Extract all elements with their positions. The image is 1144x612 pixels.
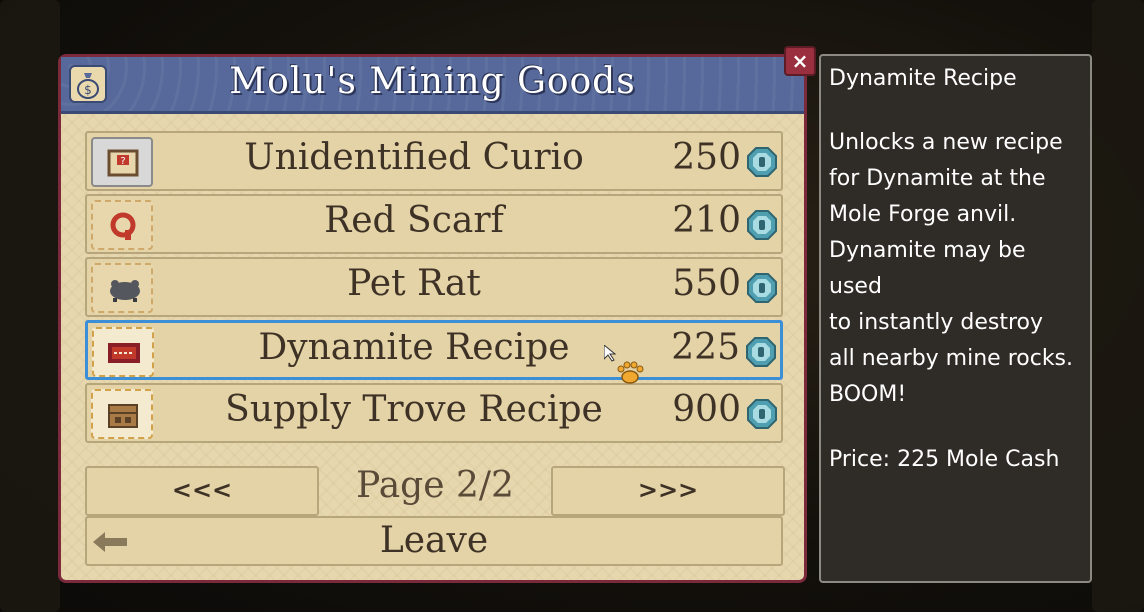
item-price: 900: [672, 389, 741, 430]
item-name: Dynamite Recipe: [258, 327, 570, 368]
next-page-button[interactable]: >>>: [551, 466, 785, 516]
item-info-panel: Dynamite Recipe Unlocks a new recipe for…: [819, 54, 1092, 583]
item-name: Supply Trove Recipe: [225, 389, 603, 430]
dynamite-recipe-icon: [92, 327, 154, 377]
pet-rat-icon: [91, 263, 153, 313]
shop-item-row[interactable]: Red Scarf 210: [85, 194, 783, 254]
shop-header: $ Molu's Mining Goods: [61, 57, 804, 114]
supply-trove-recipe-icon: [91, 389, 153, 439]
item-price: 550: [672, 263, 741, 304]
item-name: Pet Rat: [347, 263, 481, 304]
shop-item-row[interactable]: Supply Trove Recipe 900: [85, 383, 783, 443]
mole-cash-coin-icon: [746, 337, 776, 367]
svg-text:?: ?: [120, 156, 125, 167]
prev-page-button[interactable]: <<<: [85, 466, 319, 516]
info-title: Dynamite Recipe: [829, 66, 1017, 91]
item-price: 225: [671, 327, 740, 368]
item-price: 250: [672, 137, 741, 178]
background-pillar: [0, 0, 60, 612]
shop-item-row[interactable]: Pet Rat 550: [85, 257, 783, 317]
shop-item-row-selected[interactable]: Dynamite Recipe 225: [85, 320, 783, 380]
paw-cursor-icon: [604, 345, 644, 384]
mole-cash-coin-icon: [747, 273, 777, 303]
background-pillar: [1092, 0, 1144, 612]
leave-label: Leave: [379, 520, 489, 561]
item-price: 210: [672, 200, 741, 241]
curio-chest-icon: ?: [91, 137, 153, 187]
page-indicator: Page 2/2: [356, 465, 514, 506]
info-description: Unlocks a new recipe for Dynamite at the…: [829, 130, 1074, 407]
shop-title: Molu's Mining Goods: [229, 61, 636, 102]
mole-cash-coin-icon: [747, 147, 777, 177]
mole-cash-coin-icon: [747, 399, 777, 429]
shop-item-row[interactable]: ? Unidentified Curio 250: [85, 131, 783, 191]
item-name: Unidentified Curio: [244, 137, 584, 178]
info-price: Price: 225 Mole Cash: [829, 447, 1060, 472]
mole-cash-coin-icon: [747, 210, 777, 240]
shop-panel: $ Molu's Mining Goods ? Unidentified Cur…: [58, 54, 807, 583]
leave-button[interactable]: Leave: [85, 516, 783, 566]
item-name: Red Scarf: [324, 200, 504, 241]
red-scarf-icon: [91, 200, 153, 250]
close-button[interactable]: ×: [784, 46, 816, 76]
